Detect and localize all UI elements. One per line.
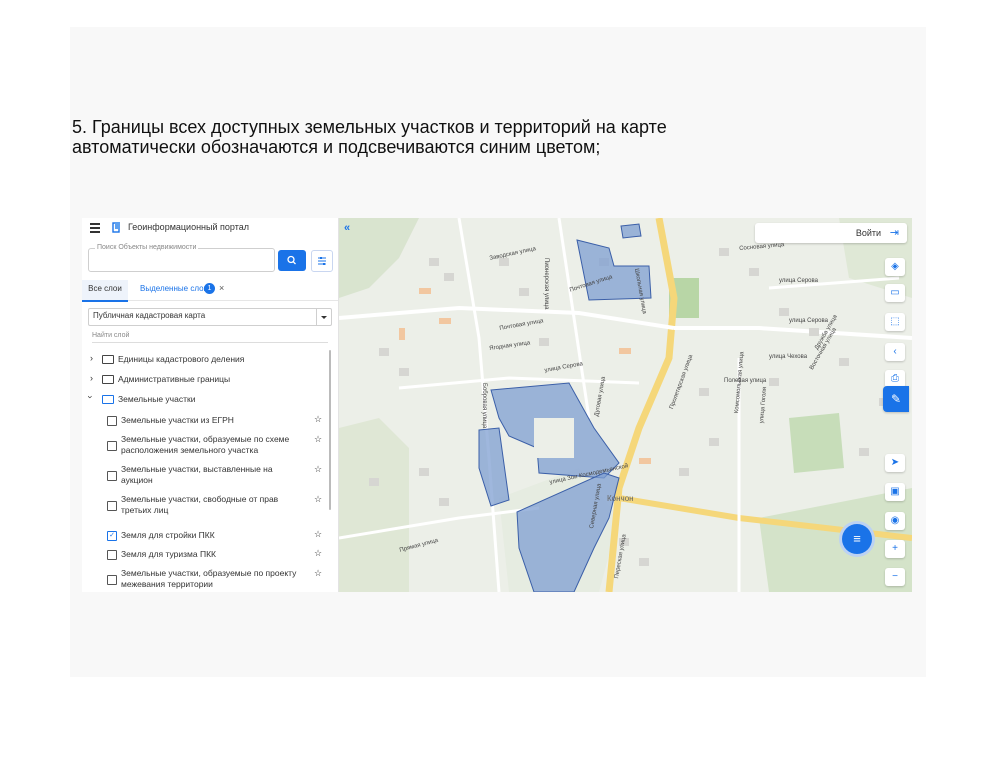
ruler-button[interactable]: ▭ (885, 284, 905, 302)
geolocate-button[interactable]: ➤ (885, 454, 905, 472)
tab-selected-layers[interactable]: Выделенные слои (140, 284, 208, 293)
chevron-right-icon[interactable]: › (90, 353, 93, 363)
zoom-in-button[interactable]: + (885, 540, 905, 558)
chat-icon: ≡ (853, 531, 861, 546)
layer-label: Земля для стройки ПКК (121, 530, 215, 540)
portal-title: Геоинформационный портал (128, 222, 249, 232)
layer-label: Земельные участки, выставленные на аукци… (121, 464, 273, 485)
chevron-right-icon[interactable]: › (90, 373, 93, 383)
search-button[interactable] (278, 250, 306, 271)
folder-icon (102, 375, 114, 384)
star-icon[interactable]: ☆ (314, 414, 322, 425)
layer-label: Земля для туризма ПКК (121, 549, 216, 559)
panel-scrollbar[interactable] (329, 350, 331, 510)
layers-toggle-button[interactable]: ◈ (885, 258, 905, 276)
share-button[interactable]: ‹ (885, 343, 905, 361)
ruler-icon: ▭ (890, 287, 900, 298)
portal-logo-icon (112, 222, 120, 233)
street-label: Бобровая улица (481, 383, 487, 429)
share-icon: ‹ (893, 346, 897, 357)
layer-tabs: Все слои Выделенные слои 1 × (82, 280, 338, 302)
find-layer-input[interactable]: Найти слой (92, 332, 328, 343)
star-icon[interactable]: ☆ (314, 568, 322, 579)
plus-icon: + (892, 543, 898, 554)
clear-selected-button[interactable]: × (219, 283, 224, 293)
slide-caption: 5. Границы всех доступных земельных учас… (72, 117, 852, 157)
tree-folder-label: Административные границы (118, 374, 231, 384)
layer-label: Земельные участки из ЕГРН (121, 415, 234, 425)
layer-checkbox-checked[interactable]: ✓ (107, 531, 117, 541)
folder-icon (102, 355, 114, 364)
layer-label: Земельные участки, образуемые по проекту… (121, 568, 297, 589)
filter-icon (318, 257, 326, 265)
caption-line-1: 5. Границы всех доступных земельных учас… (72, 117, 667, 137)
caption-line-2: автоматически обозначаются и подсвечиваю… (72, 137, 601, 157)
select-area-button[interactable]: ⬚ (885, 313, 905, 331)
street-label: Пионерская улица (543, 258, 549, 310)
search-input[interactable]: Поиск Объекты недвижимости (88, 244, 275, 272)
navigation-arrow-icon: ➤ (890, 457, 900, 468)
login-icon: ⇥ (889, 227, 899, 239)
map-marker-icon: ◉ (890, 515, 900, 526)
minus-icon: − (892, 571, 898, 582)
zoom-out-button[interactable]: − (885, 568, 905, 586)
login-label: Войти (855, 228, 881, 238)
basemap-select[interactable]: Публичная кадастровая карта (88, 308, 332, 326)
street-label: улица Чехова (769, 354, 808, 360)
layer-label: Земельные участки, образуемые по схеме р… (121, 434, 290, 455)
feedback-side-button[interactable]: ✎ (883, 386, 909, 412)
layer-checkbox[interactable] (107, 575, 117, 585)
collapse-panel-button[interactable]: « (344, 222, 350, 234)
tree-folder-label: Земельные участки (118, 394, 196, 404)
search-icon (287, 255, 296, 265)
selected-count-badge: 1 (204, 283, 215, 294)
print-icon: ⎙ (891, 373, 899, 384)
layers-icon: ◈ (891, 261, 899, 272)
star-icon[interactable]: ☆ (314, 494, 322, 505)
tab-all-layers[interactable]: Все слои (82, 280, 128, 302)
district-label: Кончон (607, 494, 634, 503)
star-icon[interactable]: ☆ (314, 548, 322, 559)
layer-checkbox[interactable] (107, 416, 117, 426)
chevron-down-icon[interactable]: › (86, 396, 96, 399)
star-icon[interactable]: ☆ (314, 464, 322, 475)
minimap-button[interactable]: ▣ (885, 483, 905, 501)
star-icon[interactable]: ☆ (314, 529, 322, 540)
marker-button[interactable]: ◉ (885, 512, 905, 530)
street-label: Полевая улица (724, 378, 767, 384)
layers-panel: Геоинформационный портал Поиск Объекты н… (82, 218, 339, 592)
minimap-icon: ▣ (890, 486, 900, 497)
basemap-value: Публичная кадастровая карта (93, 311, 206, 320)
search-label: Поиск Объекты недвижимости (95, 244, 199, 251)
layer-checkbox[interactable] (107, 471, 117, 481)
chevron-down-icon (316, 309, 331, 325)
filter-button[interactable] (311, 250, 333, 272)
street-label: улица Серова (789, 318, 828, 324)
panel-header: Геоинформационный портал (82, 218, 338, 240)
folder-open-icon (102, 395, 114, 404)
select-area-icon: ⬚ (890, 316, 900, 327)
portal-screenshot: Геоинформационный портал Поиск Объекты н… (82, 218, 912, 592)
tree-folder-label: Единицы кадастрового деления (118, 354, 245, 364)
map-canvas[interactable]: Заводская улица Почтовая улица Почтовая ул… (339, 218, 912, 592)
layer-checkbox[interactable] (107, 441, 117, 451)
street-label: улица Серова (779, 278, 818, 284)
layer-checkbox[interactable] (107, 501, 117, 511)
login-button[interactable]: Войти ⇥ (755, 223, 907, 243)
menu-icon[interactable] (90, 223, 100, 233)
star-icon[interactable]: ☆ (314, 434, 322, 445)
layer-checkbox[interactable] (107, 550, 117, 560)
layer-label: Земельные участки, свободные от прав тре… (121, 494, 279, 515)
feedback-icon: ✎ (890, 392, 902, 406)
chat-button[interactable]: ≡ (842, 524, 872, 554)
